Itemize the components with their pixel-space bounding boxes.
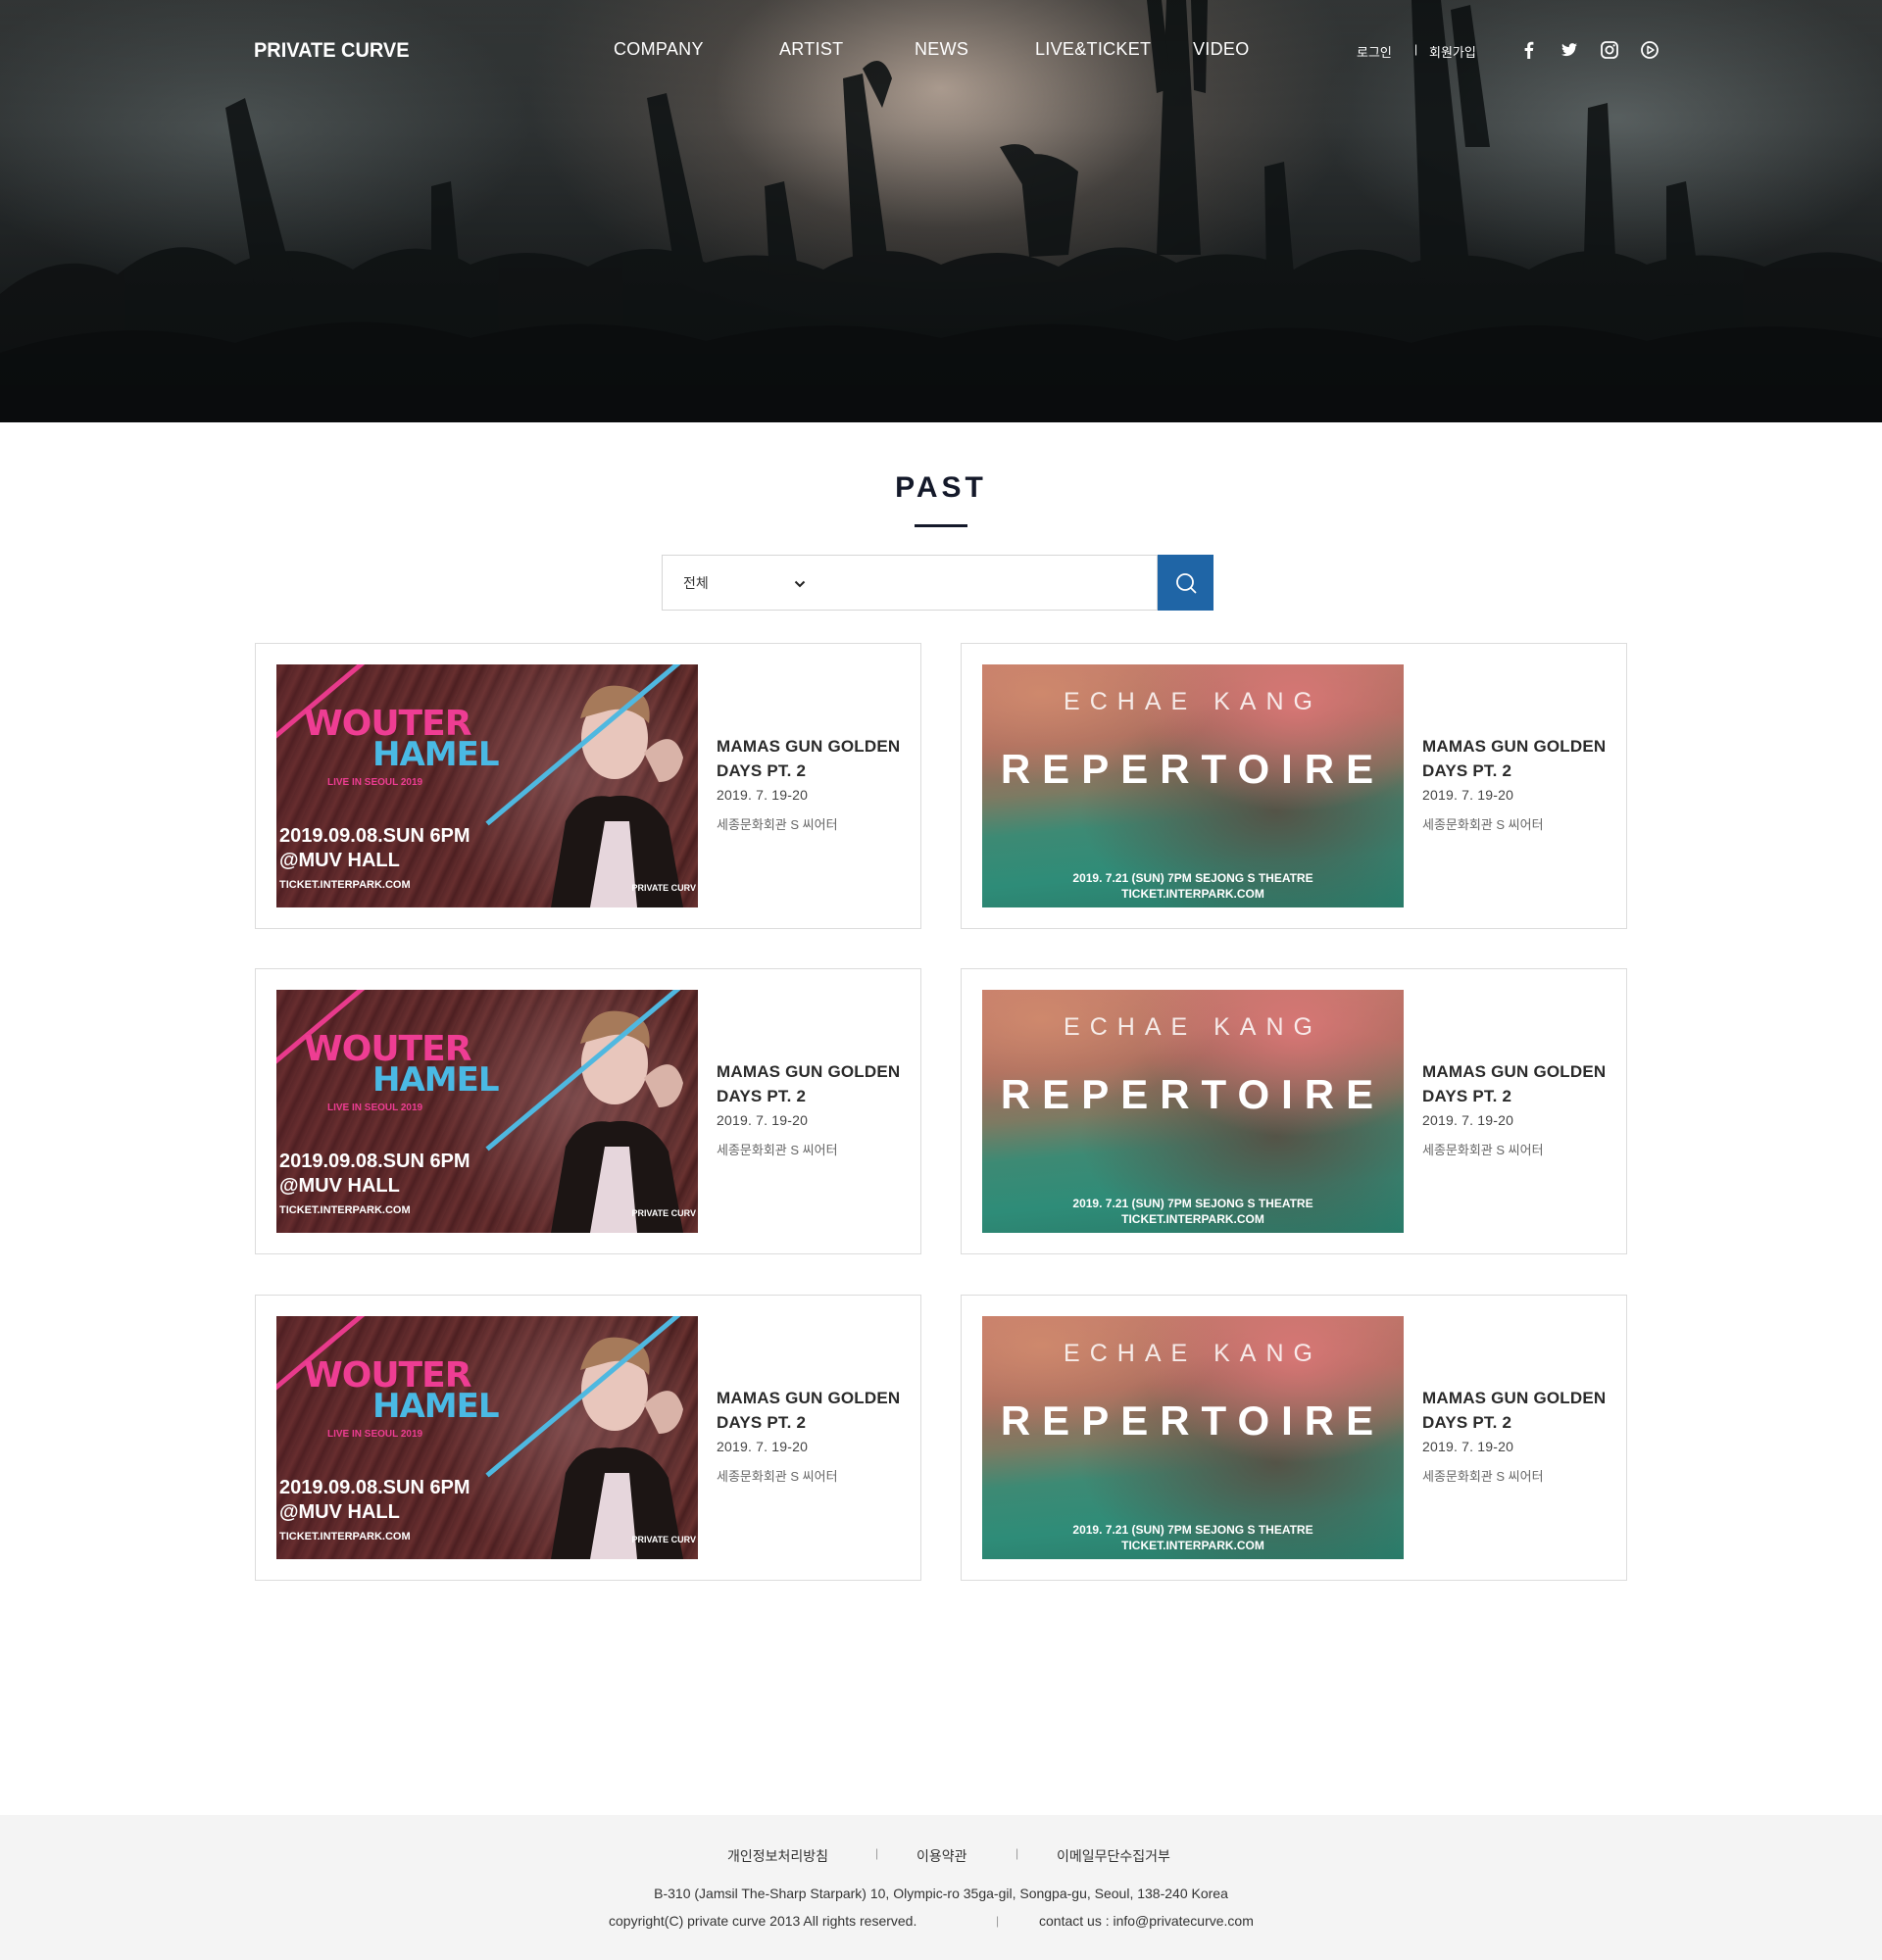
footer-email-policy-link[interactable]: 이메일무단수집거부 xyxy=(1057,1846,1170,1866)
poster-details: 2019. 7.21 (SUN) 7PM SEJONG S THEATRE TIC… xyxy=(1072,871,1313,901)
poster-repertoire: ECHAE KANG REPERTOIRE 2019. 7.21 (SUN) 7… xyxy=(982,1316,1404,1559)
nav-news[interactable]: NEWS xyxy=(915,39,968,60)
card-venue: 세종문화회관 S 씨어터 xyxy=(717,1143,838,1157)
footer-separator: | xyxy=(996,1914,1000,1928)
poster-title-2: HAMEL xyxy=(372,735,499,774)
poster-artist: ECHAE KANG xyxy=(1064,1340,1322,1367)
artist-photo xyxy=(551,1337,683,1559)
footer-copyright: copyright(C) private curve 2013 All righ… xyxy=(609,1913,917,1929)
category-select-value: 전체 xyxy=(683,574,709,591)
card-info: MAMAS GUN GOLDEN DAYS PT. 2 2019. 7. 19-2… xyxy=(717,1386,913,1485)
poster-site: TICKET.INTERPARK.COM xyxy=(279,1531,411,1543)
card-title: MAMAS GUN GOLDEN DAYS PT. 2 xyxy=(1422,737,1607,780)
poster-date: 2019.09.08.SUN 6PM @MUV HALL xyxy=(279,1151,470,1197)
nav-video[interactable]: VIDEO xyxy=(1193,39,1250,60)
poster-brand: PRIVATE CURV xyxy=(631,883,696,893)
util-separator: | xyxy=(1414,42,1418,56)
search-input[interactable] xyxy=(824,555,1158,611)
card-title: MAMAS GUN GOLDEN DAYS PT. 2 xyxy=(717,1389,901,1432)
poster-site: TICKET.INTERPARK.COM xyxy=(279,1204,411,1216)
hero-banner xyxy=(0,0,1882,422)
card-date: 2019. 7. 19-20 xyxy=(717,1439,809,1454)
poster-wouter-hamel: WOUTER HAMEL LIVE IN SEOUL 2019 2019.09.… xyxy=(276,990,698,1233)
card-date: 2019. 7. 19-20 xyxy=(717,1112,809,1128)
card-date: 2019. 7. 19-20 xyxy=(1422,1439,1514,1454)
twitter-icon[interactable] xyxy=(1560,40,1579,60)
poster-brand: PRIVATE CURV xyxy=(631,1535,696,1544)
concert-card[interactable]: ECHAE KANG REPERTOIRE 2019. 7.21 (SUN) 7… xyxy=(961,1295,1627,1581)
footer-terms-link[interactable]: 이용약관 xyxy=(916,1846,967,1866)
site-footer: 개인정보처리방침 | 이용약관 | 이메일무단수집거부 B-310 (Jamsi… xyxy=(0,1815,1882,1960)
poster-title: REPERTOIRE xyxy=(1000,746,1386,792)
concert-card[interactable]: ECHAE KANG REPERTOIRE 2019. 7.21 (SUN) 7… xyxy=(961,643,1627,929)
poster-site: TICKET.INTERPARK.COM xyxy=(279,879,411,891)
card-venue: 세종문화회관 S 씨어터 xyxy=(1422,817,1544,832)
footer-address: B-310 (Jamsil The-Sharp Starpark) 10, Ol… xyxy=(654,1886,1228,1901)
poster-tagline: LIVE IN SEOUL 2019 xyxy=(327,777,423,788)
poster-title-2: HAMEL xyxy=(372,1060,499,1100)
poster-tagline: LIVE IN SEOUL 2019 xyxy=(327,1429,423,1440)
card-title: MAMAS GUN GOLDEN DAYS PT. 2 xyxy=(1422,1389,1607,1432)
poster-details: 2019. 7.21 (SUN) 7PM SEJONG S THEATRE TIC… xyxy=(1072,1197,1313,1226)
card-info: MAMAS GUN GOLDEN DAYS PT. 2 2019. 7. 19-2… xyxy=(1422,1059,1618,1158)
footer-separator: | xyxy=(1015,1846,1019,1860)
nav-company[interactable]: COMPANY xyxy=(614,39,704,60)
nav-artist[interactable]: ARTIST xyxy=(779,39,843,60)
chevron-down-icon xyxy=(794,580,806,588)
footer-contact: contact us : info@privatecurve.com xyxy=(1039,1913,1254,1929)
card-info: MAMAS GUN GOLDEN DAYS PT. 2 2019. 7. 19-2… xyxy=(717,1059,913,1158)
card-title: MAMAS GUN GOLDEN DAYS PT. 2 xyxy=(717,737,901,780)
search-icon xyxy=(1175,572,1196,593)
search-bar: 전체 xyxy=(662,555,1213,611)
poster-wouter-hamel: WOUTER HAMEL LIVE IN SEOUL 2019 2019.09.… xyxy=(276,664,698,907)
poster-artist: ECHAE KANG xyxy=(1064,1013,1322,1041)
artist-photo xyxy=(551,685,683,907)
card-venue: 세종문화회관 S 씨어터 xyxy=(1422,1143,1544,1157)
category-select[interactable]: 전체 xyxy=(662,555,825,611)
poster-tagline: LIVE IN SEOUL 2019 xyxy=(327,1102,423,1113)
card-title: MAMAS GUN GOLDEN DAYS PT. 2 xyxy=(1422,1062,1607,1105)
poster-date: 2019.09.08.SUN 6PM @MUV HALL xyxy=(279,1477,470,1523)
poster-repertoire: ECHAE KANG REPERTOIRE 2019. 7.21 (SUN) 7… xyxy=(982,990,1404,1233)
hero-shade xyxy=(0,0,1882,422)
poster-title: REPERTOIRE xyxy=(1000,1071,1386,1117)
facebook-icon[interactable] xyxy=(1519,40,1539,60)
instagram-icon[interactable] xyxy=(1600,40,1619,60)
concert-card[interactable]: WOUTER HAMEL LIVE IN SEOUL 2019 2019.09.… xyxy=(255,968,921,1254)
concert-card[interactable]: WOUTER HAMEL LIVE IN SEOUL 2019 2019.09.… xyxy=(255,1295,921,1581)
page-title: PAST xyxy=(895,471,987,504)
poster-brand: PRIVATE CURV xyxy=(631,1208,696,1218)
concert-card[interactable]: ECHAE KANG REPERTOIRE 2019. 7.21 (SUN) 7… xyxy=(961,968,1627,1254)
poster-wouter-hamel: WOUTER HAMEL LIVE IN SEOUL 2019 2019.09.… xyxy=(276,1316,698,1559)
login-link[interactable]: 로그인 xyxy=(1357,42,1392,61)
concert-card[interactable]: WOUTER HAMEL LIVE IN SEOUL 2019 2019.09.… xyxy=(255,643,921,929)
poster-date: 2019.09.08.SUN 6PM @MUV HALL xyxy=(279,825,470,871)
poster-repertoire: ECHAE KANG REPERTOIRE 2019. 7.21 (SUN) 7… xyxy=(982,664,1404,907)
poster-title-2: HAMEL xyxy=(372,1387,499,1426)
play-icon[interactable] xyxy=(1640,40,1659,60)
card-venue: 세종문화회관 S 씨어터 xyxy=(717,817,838,832)
card-date: 2019. 7. 19-20 xyxy=(1422,1112,1514,1128)
card-date: 2019. 7. 19-20 xyxy=(1422,787,1514,803)
footer-privacy-link[interactable]: 개인정보처리방침 xyxy=(727,1846,828,1866)
signup-link[interactable]: 회원가입 xyxy=(1429,42,1476,61)
artist-photo xyxy=(551,1010,683,1233)
search-button[interactable] xyxy=(1158,555,1213,611)
card-info: MAMAS GUN GOLDEN DAYS PT. 2 2019. 7. 19-2… xyxy=(1422,734,1618,833)
nav-live-ticket[interactable]: LIVE&TICKET xyxy=(1035,39,1151,60)
card-info: MAMAS GUN GOLDEN DAYS PT. 2 2019. 7. 19-2… xyxy=(717,734,913,833)
poster-title: REPERTOIRE xyxy=(1000,1397,1386,1444)
footer-separator: | xyxy=(875,1846,879,1860)
poster-details: 2019. 7.21 (SUN) 7PM SEJONG S THEATRE TIC… xyxy=(1072,1523,1313,1552)
card-venue: 세종문화회관 S 씨어터 xyxy=(1422,1469,1544,1484)
poster-artist: ECHAE KANG xyxy=(1064,688,1322,715)
card-date: 2019. 7. 19-20 xyxy=(717,787,809,803)
card-title: MAMAS GUN GOLDEN DAYS PT. 2 xyxy=(717,1062,901,1105)
title-underline xyxy=(915,524,967,527)
card-info: MAMAS GUN GOLDEN DAYS PT. 2 2019. 7. 19-2… xyxy=(1422,1386,1618,1485)
card-venue: 세종문화회관 S 씨어터 xyxy=(717,1469,838,1484)
